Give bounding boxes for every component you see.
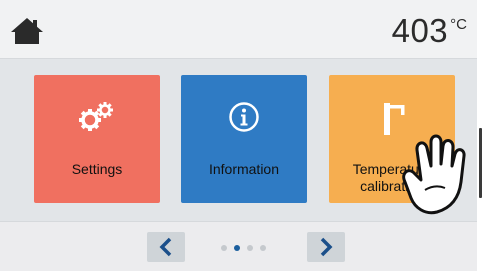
page-dot-3 xyxy=(247,245,253,251)
next-page-button[interactable] xyxy=(307,232,345,262)
information-label: Information xyxy=(208,161,280,177)
previous-page-button[interactable] xyxy=(147,232,185,262)
page-dot-1 xyxy=(221,245,227,251)
top-bar: 403 °C xyxy=(0,0,477,59)
temperature-calibration-tile[interactable]: Temperature calibration xyxy=(329,75,455,203)
gears-icon xyxy=(34,101,160,131)
label-line-1: Temperature xyxy=(352,161,432,177)
home-icon xyxy=(11,18,43,44)
scrollbar-thumb[interactable] xyxy=(479,128,482,198)
chevron-left-icon xyxy=(159,237,172,257)
pager-bar xyxy=(0,221,477,271)
touch-screen: 403 °C Settings Information Temperature … xyxy=(0,0,477,271)
temperature-calibration-label: Temperature calibration xyxy=(329,161,455,195)
temperature-calibration-icon xyxy=(329,101,455,137)
temperature-readout: 403 °C xyxy=(392,14,467,48)
scrollbar[interactable] xyxy=(478,0,483,271)
page-dot-4 xyxy=(260,245,266,251)
page-indicator xyxy=(221,245,266,251)
settings-label: Settings xyxy=(71,161,123,177)
home-button[interactable] xyxy=(10,17,44,45)
temperature-unit: °C xyxy=(450,16,467,33)
settings-tile[interactable]: Settings xyxy=(34,75,160,203)
label-line-2: calibration xyxy=(360,178,424,194)
temperature-value: 403 xyxy=(391,12,449,49)
information-tile[interactable]: Information xyxy=(181,75,307,203)
info-icon xyxy=(181,101,307,133)
page-dot-2 xyxy=(234,245,240,251)
chevron-right-icon xyxy=(320,237,333,257)
menu-tiles: Settings Information Temperature calibra… xyxy=(0,59,477,221)
